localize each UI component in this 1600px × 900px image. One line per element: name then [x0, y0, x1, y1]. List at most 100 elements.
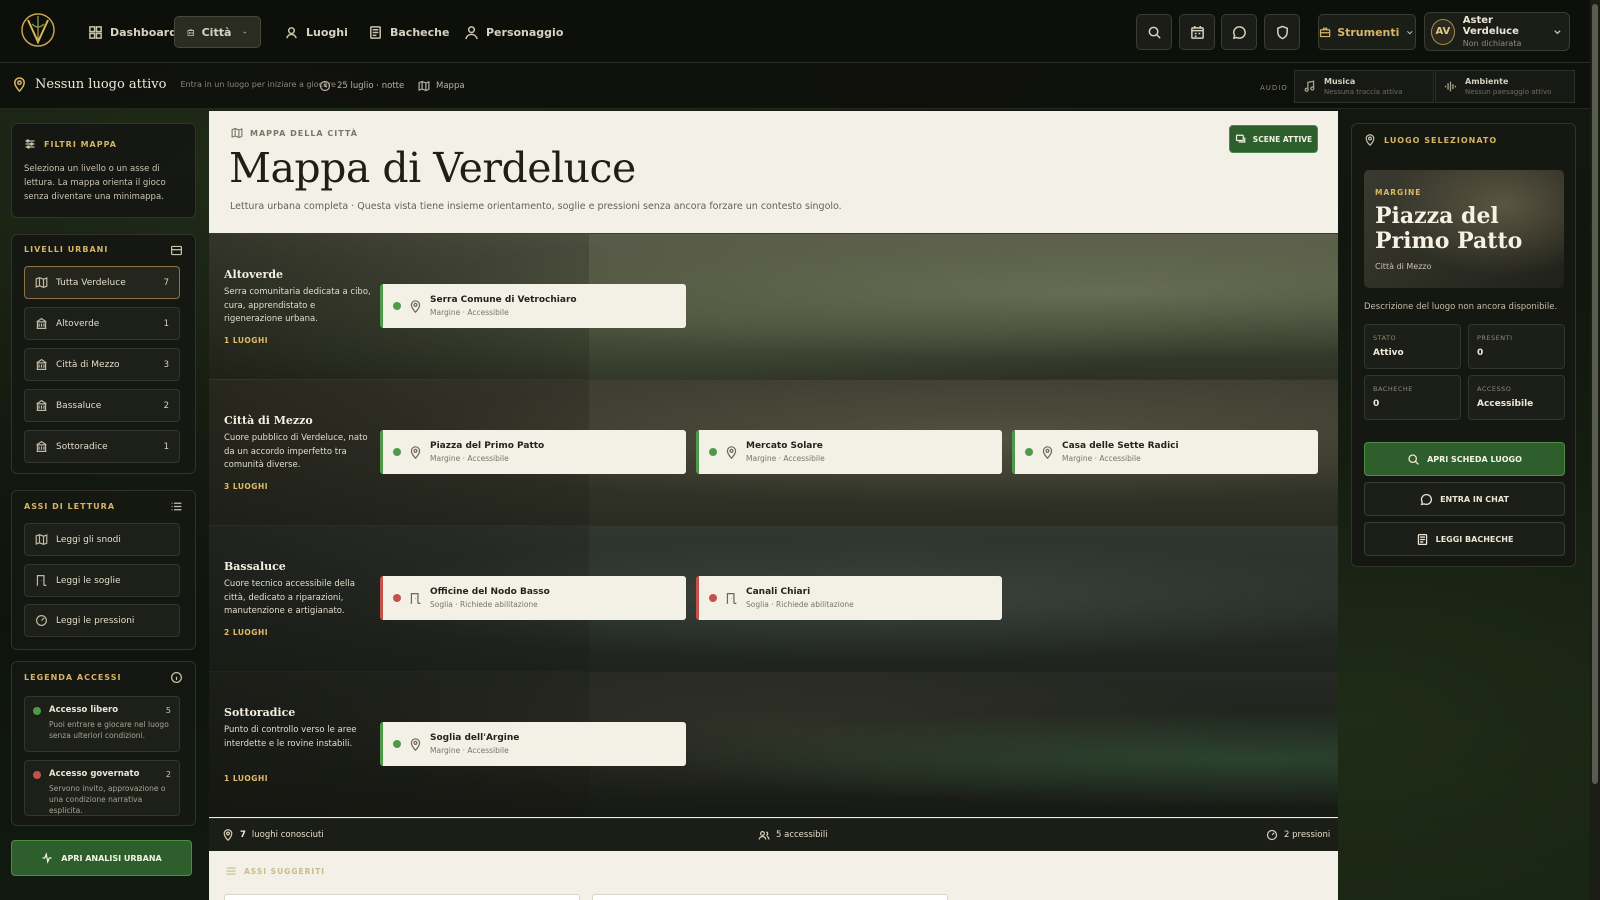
axis-item-snodi[interactable]: Leggi gli snodi — [24, 523, 180, 556]
map-link[interactable]: Mappa — [418, 80, 465, 92]
location-pin-icon — [14, 77, 25, 92]
ambient-title: Ambiente — [1465, 77, 1509, 86]
selected-place-hero: MARGINE Piazza del Primo Patto Città di … — [1364, 170, 1564, 288]
sliders-icon — [25, 139, 35, 149]
map-icon — [35, 276, 48, 289]
status-bar: Nessun luogo attivo Entra in un luogo pe… — [0, 63, 1590, 109]
level-count: 3 — [163, 359, 169, 370]
place-card[interactable]: Canali Chiari Soglia · Richiede abilitazi… — [696, 576, 1002, 620]
scrollbar-thumb[interactable] — [1592, 4, 1598, 784]
chevron-down-icon — [1407, 30, 1413, 34]
location-pin-icon — [410, 737, 421, 751]
place-card[interactable]: Mercato Solare Margine · Accessibile — [696, 430, 1002, 474]
axis-item-pressioni[interactable]: Leggi le pressioni — [24, 604, 180, 637]
nav-personaggio-label: Personaggio — [486, 25, 564, 39]
place-card[interactable]: Piazza del Primo Patto Margine · Accessib… — [380, 430, 686, 474]
top-navigation: Dashboard Città Luoghi Bacheche Personag… — [0, 0, 1590, 63]
chat-button[interactable] — [1221, 14, 1257, 50]
analysis-icon — [42, 852, 52, 864]
access-legend-title: LEGENDA ACCESSI — [24, 673, 122, 682]
nav-dashboard[interactable]: Dashboard — [76, 16, 189, 48]
place-card[interactable]: Officine del Nodo Basso Soglia · Richiede… — [380, 576, 686, 620]
user-status: Non dichiarata — [1462, 39, 1522, 48]
calendar-icon — [1190, 25, 1204, 39]
info-icon[interactable] — [170, 671, 183, 684]
nav-luoghi[interactable]: Luoghi — [272, 16, 360, 48]
page-scrollbar[interactable] — [1590, 0, 1600, 900]
location-pin-icon — [410, 445, 421, 459]
page-title: Mappa di Verdeluce — [229, 144, 636, 192]
map-link-label: Mappa — [436, 81, 465, 91]
sound-wave-icon — [1444, 81, 1457, 92]
place-card[interactable]: Soglia dell'Argine Margine · Accessibile — [380, 722, 686, 766]
level-item-bassaluce[interactable]: Bassaluce 2 — [24, 389, 180, 422]
ambient-control[interactable]: Ambiente Nessun paesaggio attivo — [1435, 70, 1575, 103]
layers-icon[interactable] — [170, 244, 183, 257]
access-legend-panel: LEGENDA ACCESSI Accesso libero 5 Puoi en… — [11, 661, 196, 826]
nav-citta-label: Città — [201, 25, 232, 39]
calendar-button[interactable] — [1179, 14, 1215, 50]
selected-place-panel: LUOGO SELEZIONATO MARGINE Piazza del Pri… — [1351, 123, 1576, 567]
enter-chat-button[interactable]: ENTRA IN CHAT — [1364, 482, 1565, 516]
suggested-axes-title: ASSI SUGGERITI — [225, 865, 325, 877]
music-note-icon — [1304, 80, 1315, 92]
user-menu[interactable]: AV Aster Verdeluce Non dichiarata — [1424, 12, 1570, 51]
open-urban-analysis-button[interactable]: APRI ANALISI URBANA — [11, 840, 192, 876]
music-control[interactable]: Musica Nessuna traccia attiva — [1294, 70, 1434, 103]
info-bacheche: BACHECHE 0 — [1364, 375, 1461, 420]
place-card[interactable]: Casa delle Sette Radici Margine · Accessi… — [1012, 430, 1318, 474]
nav-bacheche-label: Bacheche — [390, 25, 450, 39]
level-item-sottoradice[interactable]: Sottoradice 1 — [24, 430, 180, 463]
district-name: Bassaluce — [224, 560, 286, 573]
building-icon — [36, 440, 47, 452]
nav-personaggio[interactable]: Personaggio — [452, 16, 575, 48]
page-subtitle: Lettura urbana completa · Questa vista t… — [230, 201, 842, 212]
legend-item-governed: Accesso governato 2 Servono invito, appr… — [24, 760, 180, 816]
nav-citta[interactable]: Città — [174, 16, 261, 48]
music-subtitle: Nessuna traccia attiva — [1324, 88, 1403, 96]
read-boards-button[interactable]: LEGGI BACHECHE — [1364, 522, 1565, 556]
level-count: 7 — [163, 277, 169, 288]
level-item-citta-di-mezzo[interactable]: Città di Mezzo 3 — [24, 348, 180, 381]
search-button[interactable] — [1136, 14, 1172, 50]
tools-dropdown[interactable]: Strumenti — [1318, 14, 1416, 50]
legend-item-free: Accesso libero 5 Puoi entrare e giocare … — [24, 696, 180, 752]
door-icon — [36, 575, 47, 586]
suggested-axes-section: ASSI SUGGERITI — [209, 851, 1338, 900]
access-dot-icon — [393, 302, 401, 310]
selected-place-district: Città di Mezzo — [1375, 262, 1432, 271]
chevron-down-icon — [1554, 29, 1561, 34]
place-card[interactable]: Serra Comune di Vetrochiaro Margine · Acc… — [380, 284, 686, 328]
active-scenes-button[interactable]: SCENE ATTIVE — [1229, 125, 1318, 153]
dashboard-icon — [89, 25, 102, 39]
list-icon[interactable] — [170, 500, 183, 513]
logo-icon[interactable] — [20, 10, 56, 52]
district-description: Serra comunitaria dedicata a cibo, cura,… — [224, 287, 371, 324]
district-count: 1 LUOGHI — [224, 774, 269, 783]
map-header: MAPPA DELLA CITTÀ Mappa di Verdeluce Let… — [209, 111, 1338, 233]
level-item-altoverde[interactable]: Altoverde 1 — [24, 307, 180, 340]
suggested-axis-card[interactable] — [592, 894, 948, 900]
toolbox-icon — [1319, 27, 1331, 38]
users-icon — [758, 831, 770, 840]
building-icon — [36, 358, 47, 370]
district-description: Punto di controllo verso le aree interde… — [224, 725, 357, 749]
building-icon — [36, 399, 47, 411]
axis-item-soglie[interactable]: Leggi le soglie — [24, 564, 180, 597]
open-place-sheet-button[interactable]: APRI SCHEDA LUOGO — [1364, 442, 1565, 476]
ambient-subtitle: Nessun paesaggio attivo — [1465, 88, 1552, 96]
selected-place-name: Piazza del Primo Patto — [1375, 203, 1523, 254]
access-dot-icon — [393, 740, 401, 748]
shield-button[interactable] — [1264, 14, 1300, 50]
music-title: Musica — [1324, 77, 1356, 86]
city-map-main: MAPPA DELLA CITTÀ Mappa di Verdeluce Let… — [209, 111, 1338, 900]
stat-pressures: 2 pressioni — [1266, 829, 1330, 841]
reading-axes-panel: ASSI DI LETTURA Leggi gli snodi Leggi le… — [11, 490, 196, 650]
map-filters-description: Seleziona un livello o un asse di lettur… — [24, 164, 166, 202]
suggested-axis-card[interactable] — [224, 894, 580, 900]
level-item-tutta-verdeluce[interactable]: Tutta Verdeluce 7 — [24, 266, 180, 299]
info-stato: STATO Attivo — [1364, 324, 1461, 369]
map-eyebrow: MAPPA DELLA CITTÀ — [231, 127, 358, 139]
district-description: Cuore pubblico di Verdeluce, nato da un … — [224, 433, 368, 470]
nav-bacheche[interactable]: Bacheche — [356, 16, 461, 48]
